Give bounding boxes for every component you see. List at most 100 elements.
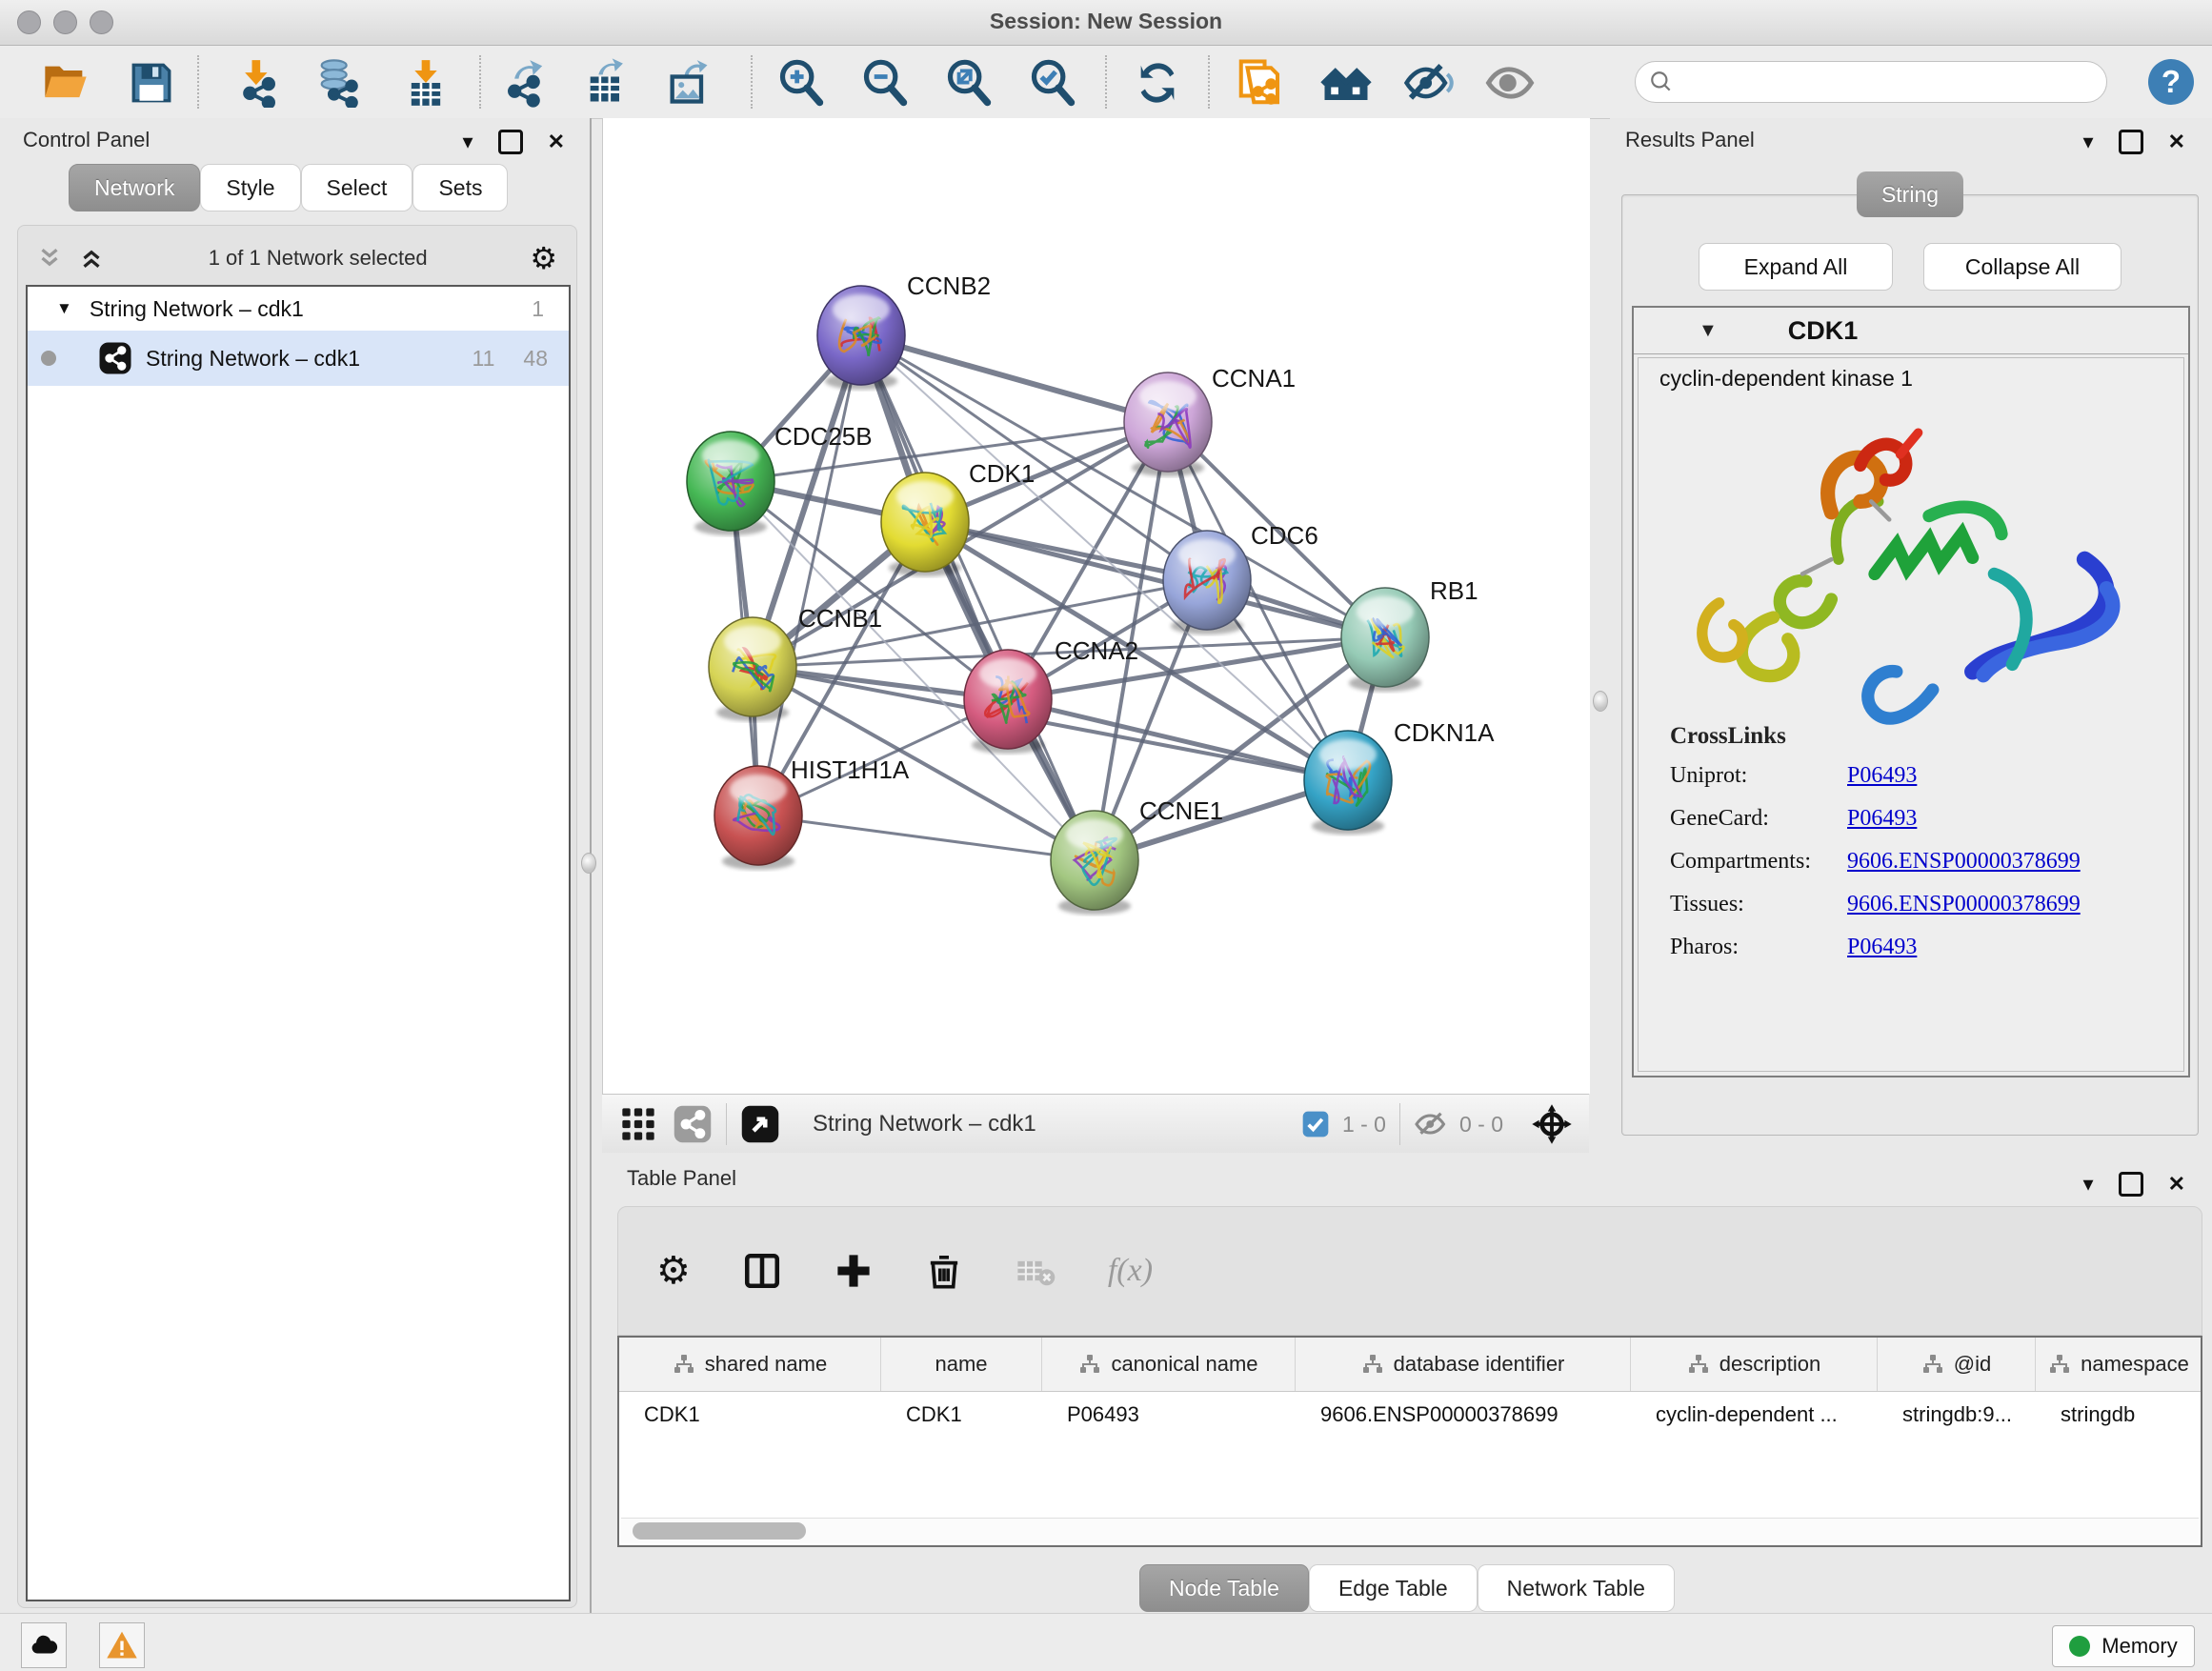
selected-checkbox-icon[interactable] bbox=[1300, 1109, 1331, 1139]
zoom-out-button[interactable] bbox=[857, 55, 913, 111]
network-tree-row[interactable]: ▼String Network – cdk11 bbox=[28, 287, 569, 331]
network-view-icon[interactable] bbox=[673, 1104, 713, 1144]
table-hscrollbar[interactable] bbox=[621, 1518, 2199, 1543]
import-table-from-file-button[interactable] bbox=[398, 55, 453, 111]
application-window: Session: New Session bbox=[0, 0, 2212, 1671]
crosslinks-section: CrossLinks Uniprot:P06493GeneCard:P06493… bbox=[1670, 723, 2165, 977]
table-row[interactable]: CDK1CDK1P064939606.ENSP00000378699cyclin… bbox=[619, 1392, 2201, 1438]
zoom-in-button[interactable] bbox=[774, 55, 829, 111]
warnings-button[interactable] bbox=[99, 1622, 145, 1668]
apply-layout-button[interactable] bbox=[1130, 55, 1185, 111]
crosslink-link[interactable]: 9606.ENSP00000378699 bbox=[1847, 849, 2081, 875]
birdseye-view-icon[interactable] bbox=[740, 1104, 780, 1144]
collapse-all-icon[interactable] bbox=[35, 244, 64, 272]
left-splitter-grip[interactable] bbox=[581, 853, 596, 874]
tab-style[interactable]: Style bbox=[200, 164, 300, 211]
tab-network[interactable]: Network bbox=[69, 164, 200, 211]
table-cell[interactable]: stringdb bbox=[2036, 1392, 2202, 1438]
save-session-button[interactable] bbox=[124, 55, 179, 111]
column-header-namespace[interactable]: namespace bbox=[2036, 1338, 2202, 1391]
pan-crosshair-icon[interactable] bbox=[1530, 1102, 1574, 1146]
hidden-eye-icon[interactable] bbox=[1414, 1107, 1448, 1141]
panel-close-icon[interactable]: ✕ bbox=[2168, 131, 2185, 152]
network-edge[interactable] bbox=[758, 815, 1095, 860]
table-cell[interactable]: stringdb:9... bbox=[1878, 1392, 2036, 1438]
column-header-canonical-name[interactable]: canonical name bbox=[1042, 1338, 1296, 1391]
column-header-database-identifier[interactable]: database identifier bbox=[1296, 1338, 1631, 1391]
hide-selected-button[interactable] bbox=[1400, 55, 1456, 111]
column-header-shared-name[interactable]: shared name bbox=[619, 1338, 881, 1391]
open-session-button[interactable] bbox=[38, 55, 93, 111]
network-node-ccna1[interactable]: CCNA1 bbox=[1124, 364, 1296, 476]
hierarchy-column-icon bbox=[1921, 1353, 1944, 1376]
expand-all-icon[interactable] bbox=[77, 244, 106, 272]
tab-node-table[interactable]: Node Table bbox=[1139, 1564, 1309, 1612]
table-cell[interactable]: P06493 bbox=[1042, 1392, 1296, 1438]
panel-close-icon[interactable]: ✕ bbox=[548, 131, 565, 152]
column-header--id[interactable]: @id bbox=[1878, 1338, 2036, 1391]
first-neighbors-button[interactable] bbox=[1318, 55, 1374, 111]
crosslink-link[interactable]: 9606.ENSP00000378699 bbox=[1847, 892, 2081, 917]
export-network-button[interactable] bbox=[497, 55, 553, 111]
panel-close-icon[interactable]: ✕ bbox=[2168, 1174, 2185, 1195]
show-all-button[interactable] bbox=[1482, 55, 1538, 111]
network-node-ccnb2[interactable]: CCNB2 bbox=[817, 272, 991, 390]
network-edge[interactable] bbox=[1008, 699, 1348, 780]
table-cell[interactable]: 9606.ENSP00000378699 bbox=[1296, 1392, 1631, 1438]
network-tree-row[interactable]: String Network – cdk11148 bbox=[28, 331, 569, 386]
crosslink-link[interactable]: P06493 bbox=[1847, 763, 1917, 789]
network-edge[interactable] bbox=[758, 335, 861, 815]
tab-select[interactable]: Select bbox=[301, 164, 413, 211]
table-cell[interactable]: CDK1 bbox=[881, 1392, 1042, 1438]
crosslink-link[interactable]: P06493 bbox=[1847, 935, 1917, 960]
delete-column-trash-icon[interactable] bbox=[925, 1252, 963, 1290]
export-image-button[interactable] bbox=[661, 55, 716, 111]
network-edge[interactable] bbox=[861, 335, 1168, 422]
tree-expander-icon[interactable]: ▼ bbox=[56, 299, 72, 318]
search-input[interactable] bbox=[1681, 64, 2106, 100]
panel-collapse-icon[interactable]: ▾ bbox=[2083, 131, 2094, 152]
crosslink-link[interactable]: P06493 bbox=[1847, 806, 1917, 832]
tab-sets[interactable]: Sets bbox=[412, 164, 508, 211]
memory-button[interactable]: Memory bbox=[2052, 1625, 2195, 1667]
add-column-icon[interactable] bbox=[834, 1251, 874, 1291]
import-network-from-database-button[interactable] bbox=[311, 55, 366, 111]
column-header-name[interactable]: name bbox=[881, 1338, 1042, 1391]
network-node-cdk1[interactable]: CDK1 bbox=[881, 459, 1035, 576]
panel-collapse-icon[interactable]: ▾ bbox=[2083, 1174, 2094, 1195]
network-node-hist1h1a[interactable]: HIST1H1A bbox=[714, 755, 910, 870]
network-canvas[interactable]: CCNB2CCNA1CDC25BCDK1CDC6RB1CCNB1CCNA2CDK… bbox=[602, 118, 1590, 1094]
collapse-all-button[interactable]: Collapse All bbox=[1923, 243, 2122, 291]
new-network-from-selection-button[interactable] bbox=[1233, 55, 1288, 111]
network-node-rb1[interactable]: RB1 bbox=[1341, 576, 1478, 692]
hscrollbar-thumb[interactable] bbox=[633, 1522, 806, 1540]
column-header-description[interactable]: description bbox=[1631, 1338, 1878, 1391]
network-node-cdc6[interactable]: CDC6 bbox=[1163, 521, 1318, 634]
gene-detail-panel: ▼ CDK1 cyclin-dependent kinase 1 bbox=[1632, 306, 2190, 1077]
grid-view-icon[interactable] bbox=[619, 1105, 657, 1143]
cloud-status-button[interactable] bbox=[21, 1622, 67, 1668]
export-table-button[interactable] bbox=[579, 55, 634, 111]
panel-collapse-icon[interactable]: ▾ bbox=[463, 131, 473, 152]
right-splitter-grip[interactable] bbox=[1593, 691, 1608, 712]
zoom-fit-button[interactable] bbox=[941, 55, 996, 111]
table-cell[interactable]: cyclin-dependent ... bbox=[1631, 1392, 1878, 1438]
show-columns-icon[interactable] bbox=[742, 1251, 782, 1291]
gene-section-header[interactable]: ▼ CDK1 bbox=[1634, 308, 2188, 354]
help-button[interactable]: ? bbox=[2148, 59, 2194, 105]
panel-float-icon[interactable] bbox=[498, 130, 523, 154]
import-network-from-file-button[interactable] bbox=[231, 55, 286, 111]
panel-float-icon[interactable] bbox=[2119, 130, 2143, 154]
network-options-gear-icon[interactable]: ⚙ bbox=[530, 240, 557, 276]
table-options-gear-icon[interactable]: ⚙ bbox=[656, 1249, 691, 1293]
expand-all-button[interactable]: Expand All bbox=[1699, 243, 1893, 291]
tab-string[interactable]: String bbox=[1857, 171, 1963, 217]
network-node-cdkn1a[interactable]: CDKN1A bbox=[1304, 718, 1495, 835]
tab-edge-table[interactable]: Edge Table bbox=[1309, 1564, 1478, 1612]
table-cell[interactable]: CDK1 bbox=[619, 1392, 881, 1438]
section-collapse-icon[interactable]: ▼ bbox=[1699, 320, 1718, 342]
network-node-ccne1[interactable]: CCNE1 bbox=[1051, 796, 1223, 915]
zoom-selected-button[interactable] bbox=[1025, 55, 1080, 111]
panel-float-icon[interactable] bbox=[2119, 1172, 2143, 1197]
tab-network-table[interactable]: Network Table bbox=[1478, 1564, 1675, 1612]
